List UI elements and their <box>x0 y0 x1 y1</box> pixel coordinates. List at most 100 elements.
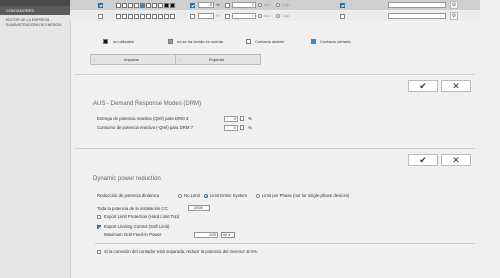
legend-contact-open: Contacto abierto <box>255 39 285 44</box>
export-limiting-control-label: Export Limiting Control (Soft Limit) <box>104 224 170 229</box>
state-square[interactable] <box>140 3 145 8</box>
drm3-checkbox[interactable] <box>240 116 244 121</box>
meter-disconnect-checkbox[interactable] <box>97 250 101 254</box>
chevron-down-icon: ▼ <box>227 233 231 237</box>
state-square[interactable] <box>134 3 139 8</box>
state-square[interactable] <box>164 14 169 19</box>
legend-not-usable: no utilizable <box>113 39 135 44</box>
state-square[interactable] <box>128 14 133 19</box>
ind-radio[interactable] <box>258 14 262 18</box>
legend-blue-square <box>311 39 316 44</box>
limit-phase-radio[interactable] <box>256 194 260 198</box>
percent-input[interactable]: 0 <box>198 2 214 8</box>
max-grid-unit: W <box>223 232 227 237</box>
state-square[interactable] <box>158 14 163 19</box>
cap-radio[interactable] <box>276 3 280 7</box>
confirm-check-icon[interactable]: ✔ <box>408 80 438 92</box>
meter-disconnect-label: Si la conexión del contador está separad… <box>104 249 259 254</box>
percent-unit: % <box>216 13 220 18</box>
description-input[interactable] <box>388 2 446 8</box>
ind-label: Ind. <box>264 13 271 18</box>
cc-power-label: Toda la potencia de la instalación CC <box>97 206 168 211</box>
ind-label: Ind. <box>264 2 271 7</box>
divider <box>95 243 475 244</box>
cap-label: Cap. <box>282 13 291 18</box>
sidebar: CONTADORES EDITOR DE LA EMPRESA SUMINIST… <box>0 0 71 278</box>
max-grid-input[interactable]: 100 <box>194 232 218 238</box>
value-input[interactable]: 1 <box>232 2 256 8</box>
state-square[interactable] <box>164 3 169 8</box>
state-square[interactable] <box>158 3 163 8</box>
cap-radio[interactable] <box>276 14 280 18</box>
legend-contact-closed: Contacto cerrado <box>320 39 351 44</box>
state-square[interactable] <box>122 3 127 8</box>
import-field-icon: ↓ <box>93 57 95 62</box>
state-square[interactable] <box>116 3 121 8</box>
state-square[interactable] <box>146 14 151 19</box>
cancel-close-icon[interactable]: ✕ <box>441 154 471 166</box>
state-square[interactable] <box>170 14 175 19</box>
value-checkbox[interactable] <box>225 3 230 8</box>
state-square[interactable] <box>146 3 151 8</box>
value-checkbox[interactable] <box>225 14 230 19</box>
limit-phase-label: Limit per Phase (not for single-phase de… <box>262 193 350 198</box>
sidebar-item-contadores[interactable]: CONTADORES <box>0 6 70 15</box>
limit-entire-radio[interactable] <box>204 194 208 198</box>
state-square[interactable] <box>122 14 127 19</box>
drm7-label: Consumo de potencia reactiva (-Qrel) par… <box>97 125 194 130</box>
value-input[interactable]: 0 <box>232 13 256 19</box>
active-checkbox[interactable] <box>340 3 345 8</box>
divider <box>75 74 475 75</box>
export-label: Exportar <box>209 57 225 62</box>
export-button[interactable]: ↑ Exportar <box>175 54 261 65</box>
drm3-label: Entrega de potencia reactiva (Qrel) para… <box>97 116 189 121</box>
drm3-input[interactable]: 0 <box>224 116 238 122</box>
max-grid-unit-select[interactable]: W▼ <box>221 232 235 238</box>
import-label: Importar <box>124 57 140 62</box>
export-limit-protection-label: Export Limit Protection (Hard Limit Trip… <box>104 214 180 219</box>
import-button[interactable]: ↓ Importar <box>90 54 176 65</box>
drm3-unit: % <box>248 116 252 121</box>
dpr-section-title: Dynamic power reduction <box>93 176 161 182</box>
legend-black-square <box>103 39 108 44</box>
no-limit-label: No Limit <box>184 193 200 198</box>
percent-unit: % <box>216 2 220 7</box>
row-enable-checkbox[interactable] <box>98 3 103 8</box>
row-enable-checkbox[interactable] <box>98 14 103 19</box>
state-square[interactable] <box>152 3 157 8</box>
state-square[interactable] <box>128 3 133 8</box>
state-square[interactable] <box>134 14 139 19</box>
legend-white-square <box>246 39 251 44</box>
percent-input[interactable]: 0 <box>198 13 214 19</box>
percent-checkbox[interactable] <box>190 3 195 8</box>
max-grid-label: Maximum Grid Feed-In Power <box>104 232 162 237</box>
legend-not-considered: no se ha tenido en cuenta <box>177 39 224 44</box>
ind-radio[interactable] <box>258 3 262 7</box>
description-input[interactable] <box>388 13 446 19</box>
percent-checkbox[interactable] <box>190 14 195 19</box>
no-limit-radio[interactable] <box>178 194 182 198</box>
confirm-check-icon[interactable]: ✔ <box>408 154 438 166</box>
cc-power-input[interactable]: 2500 <box>188 205 210 211</box>
state-square[interactable] <box>116 14 121 19</box>
export-field-icon: ↑ <box>178 57 180 62</box>
state-square[interactable] <box>170 3 175 8</box>
state-square[interactable] <box>140 14 145 19</box>
drm7-checkbox[interactable] <box>240 125 244 130</box>
drm7-input[interactable]: 0 <box>224 125 238 131</box>
cancel-close-icon[interactable]: ✕ <box>441 80 471 92</box>
divider <box>75 148 475 149</box>
active-checkbox[interactable] <box>340 14 345 19</box>
export-limit-protection-checkbox[interactable] <box>97 215 101 219</box>
export-limiting-control-checkbox[interactable] <box>97 225 101 229</box>
state-square[interactable] <box>152 14 157 19</box>
drm7-unit: % <box>248 125 252 130</box>
legend-gray-square <box>168 39 173 44</box>
dpr-reduction-label: Reducción de potencia dinámica <box>97 193 160 198</box>
cap-label: Cap. <box>282 2 291 7</box>
gear-icon[interactable]: ⚙ <box>450 1 458 9</box>
aus-section-title: AUS - Demand Response Modes (DRM) <box>93 101 202 107</box>
gear-icon[interactable]: ⚙ <box>450 12 458 20</box>
limit-entire-label: Limit Entire System <box>210 193 248 198</box>
sidebar-item-energy-company-editor[interactable]: EDITOR DE LA EMPRESA SUMINISTRADORA DE E… <box>6 18 66 27</box>
